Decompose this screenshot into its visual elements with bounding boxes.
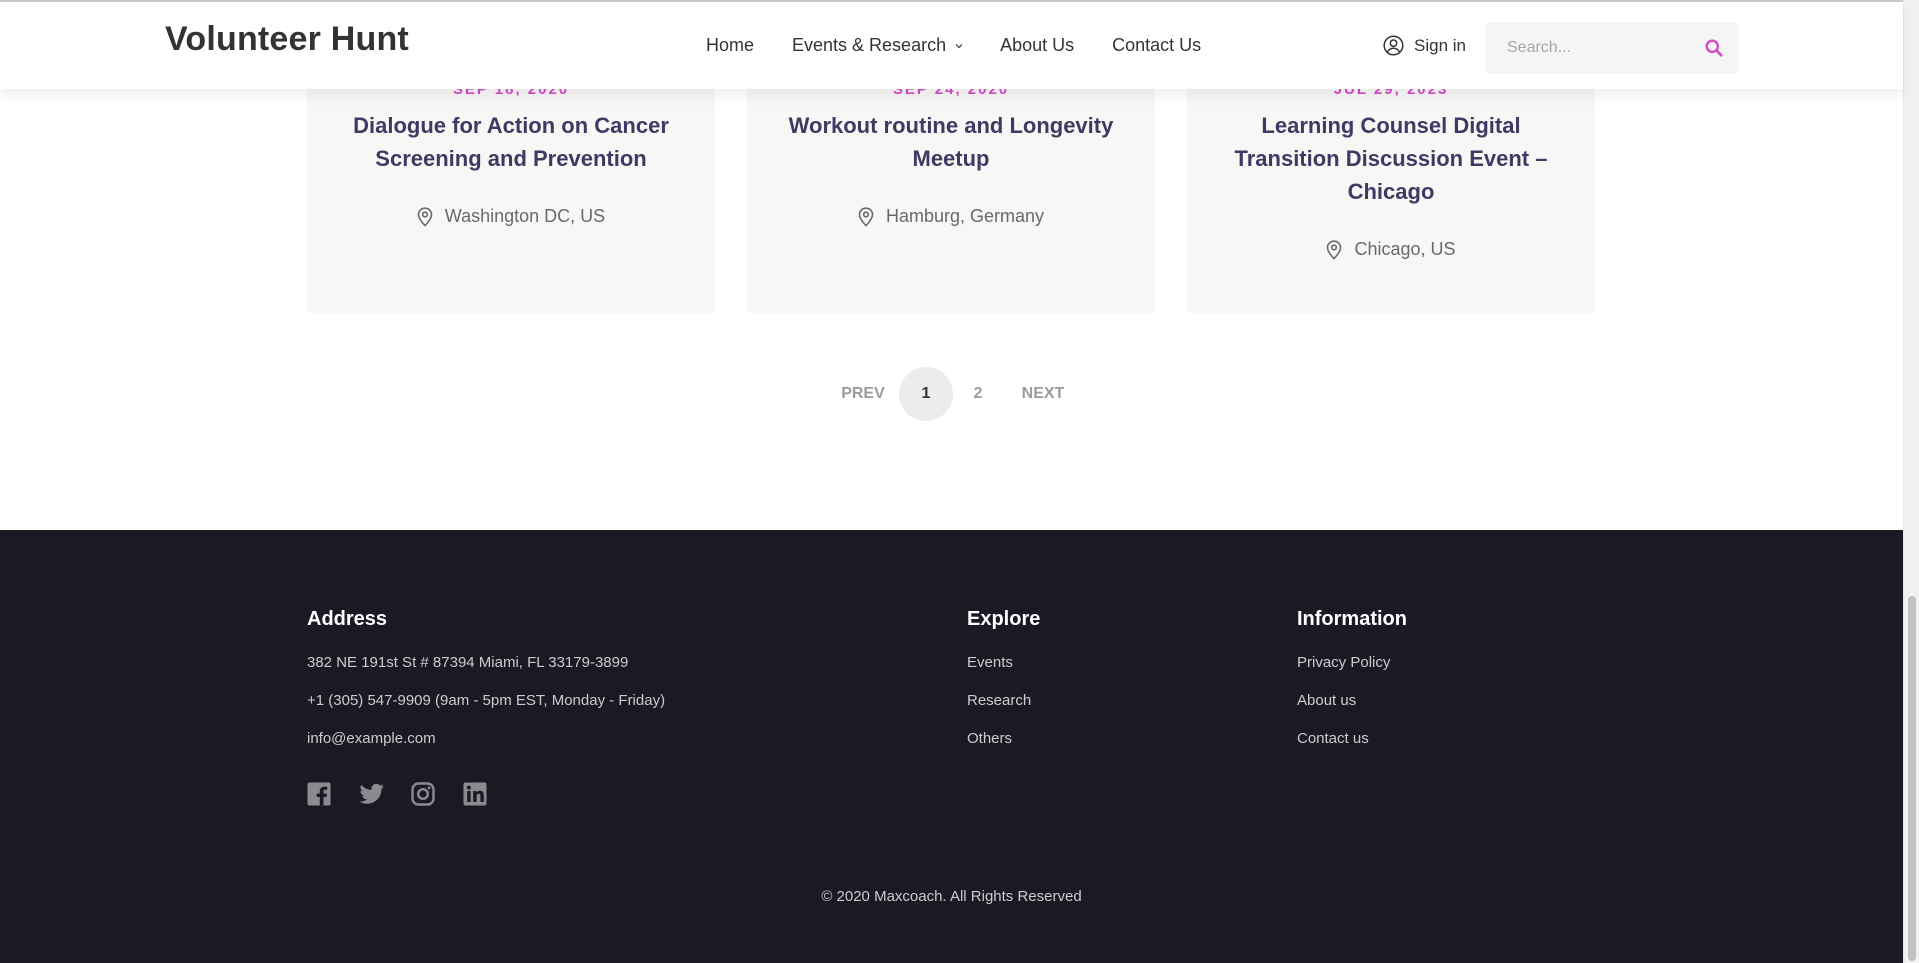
- search-icon[interactable]: [1704, 38, 1724, 58]
- facebook-icon[interactable]: [307, 782, 333, 808]
- sign-in-label: Sign in: [1414, 35, 1466, 55]
- chevron-down-icon: [955, 43, 963, 48]
- twitter-icon[interactable]: [359, 782, 385, 808]
- footer-link-events[interactable]: Events: [967, 653, 1040, 673]
- nav-item-home[interactable]: Home: [706, 35, 754, 56]
- footer-explore-column: Explore Events Research Others: [967, 608, 1040, 767]
- site-logo[interactable]: Volunteer Hunt: [165, 20, 409, 59]
- event-location: Hamburg, Germany: [747, 206, 1155, 227]
- event-location: Chicago, US: [1187, 239, 1595, 260]
- copyright-text: © 2020 Maxcoach. All Rights Reserved: [821, 888, 1082, 905]
- footer-phone: +1 (305) 547-9909 (9am - 5pm EST, Monday…: [307, 692, 666, 709]
- map-pin-icon: [1327, 239, 1342, 260]
- search-box: [1485, 22, 1738, 74]
- pagination: PREV 1 2 NEXT: [0, 367, 1903, 421]
- event-title[interactable]: Dialogue for Action on Cancer Screening …: [347, 109, 675, 175]
- footer-link-privacy-policy[interactable]: Privacy Policy: [1297, 653, 1407, 673]
- nav-item-about[interactable]: About Us: [1000, 35, 1074, 56]
- site-header: Volunteer Hunt Home Events & Research Ab…: [0, 0, 1903, 89]
- pagination-page-2[interactable]: 2: [963, 367, 993, 421]
- footer-heading-explore: Explore: [967, 608, 1041, 630]
- footer-email[interactable]: info@example.com: [307, 729, 665, 749]
- pagination-next-button[interactable]: NEXT: [1018, 367, 1068, 421]
- event-title[interactable]: Workout routine and Longevity Meetup: [787, 109, 1115, 175]
- instagram-icon[interactable]: [411, 782, 437, 808]
- social-links: [307, 782, 515, 808]
- footer-address-column: Address 382 NE 191st St # 87394 Miami, F…: [307, 608, 665, 767]
- footer-link-research[interactable]: Research: [967, 691, 1040, 711]
- event-location-text: Washington DC, US: [444, 206, 606, 226]
- footer-street: 382 NE 191st St # 87394 Miami, FL 33179-…: [307, 654, 629, 671]
- site-footer: Address 382 NE 191st St # 87394 Miami, F…: [0, 530, 1903, 963]
- nav-item-contact[interactable]: Contact Us: [1112, 35, 1201, 56]
- event-title[interactable]: Learning Counsel Digital Transition Disc…: [1227, 109, 1555, 208]
- map-pin-icon: [858, 206, 874, 227]
- footer-heading-information: Information: [1297, 608, 1407, 630]
- search-input[interactable]: [1485, 22, 1685, 74]
- user-circle-icon: [1383, 35, 1404, 56]
- nav-item-events-research[interactable]: Events & Research: [792, 35, 963, 56]
- event-location-text: Hamburg, Germany: [885, 206, 1045, 226]
- footer-link-about-us[interactable]: About us: [1297, 691, 1407, 711]
- pagination-prev-button[interactable]: PREV: [838, 367, 888, 421]
- nav-item-events-label: Events & Research: [792, 35, 947, 55]
- page-scrollbar[interactable]: [1903, 0, 1919, 963]
- map-pin-icon: [417, 206, 433, 227]
- footer-link-contact-us[interactable]: Contact us: [1297, 729, 1407, 749]
- footer-link-others[interactable]: Others: [967, 729, 1040, 749]
- footer-heading-address: Address: [307, 608, 388, 630]
- scrollbar-thumb[interactable]: [1908, 596, 1916, 961]
- event-location: Washington DC, US: [307, 206, 715, 227]
- event-location-text: Chicago, US: [1354, 239, 1456, 259]
- linkedin-icon[interactable]: [463, 782, 489, 808]
- pagination-page-1[interactable]: 1: [899, 367, 953, 421]
- main-nav: Home Events & Research About Us Contact …: [706, 35, 1201, 56]
- footer-information-column: Information Privacy Policy About us Cont…: [1297, 608, 1407, 767]
- sign-in-link[interactable]: Sign in: [1383, 35, 1466, 56]
